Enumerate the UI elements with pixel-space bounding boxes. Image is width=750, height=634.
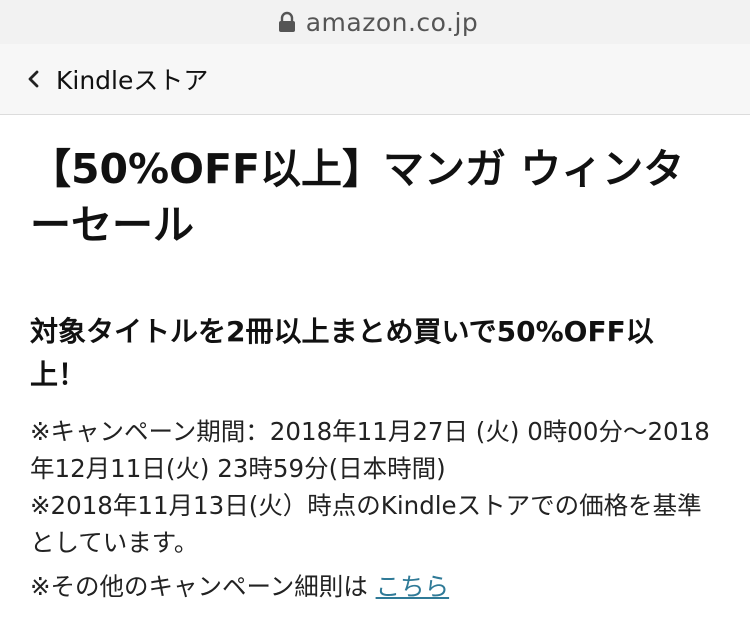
back-link-label: Kindleストア: [56, 66, 209, 95]
page-title: 【50%OFF以上】マンガ ウィンターセール: [30, 145, 685, 249]
campaign-period-note: ※キャンペーン期間：2018年11月27日 (火) 0時00分～2018年12月…: [30, 417, 710, 483]
campaign-terms-note: ※その他のキャンペーン細則は こちら: [30, 568, 710, 605]
chevron-left-icon: [26, 69, 40, 89]
campaign-terms-link[interactable]: こちら: [376, 572, 450, 601]
back-to-kindle-store-link[interactable]: Kindleストア: [26, 61, 208, 97]
price-basis-note: ※2018年11月13日(火）時点のKindleストアでの価格を基準としています…: [30, 491, 702, 557]
campaign-terms-text: ※その他のキャンペーン細則は: [30, 572, 376, 601]
lock-icon: [278, 11, 296, 33]
browser-address-bar[interactable]: amazon.co.jp: [0, 0, 750, 44]
offer-subheading: 対象タイトルを2冊以上まとめ買いで50%OFF以上！: [30, 315, 654, 391]
url-text: amazon.co.jp: [305, 7, 479, 37]
top-navigation: Kindleストア: [0, 44, 750, 115]
address-bar-content: amazon.co.jp: [278, 8, 479, 37]
